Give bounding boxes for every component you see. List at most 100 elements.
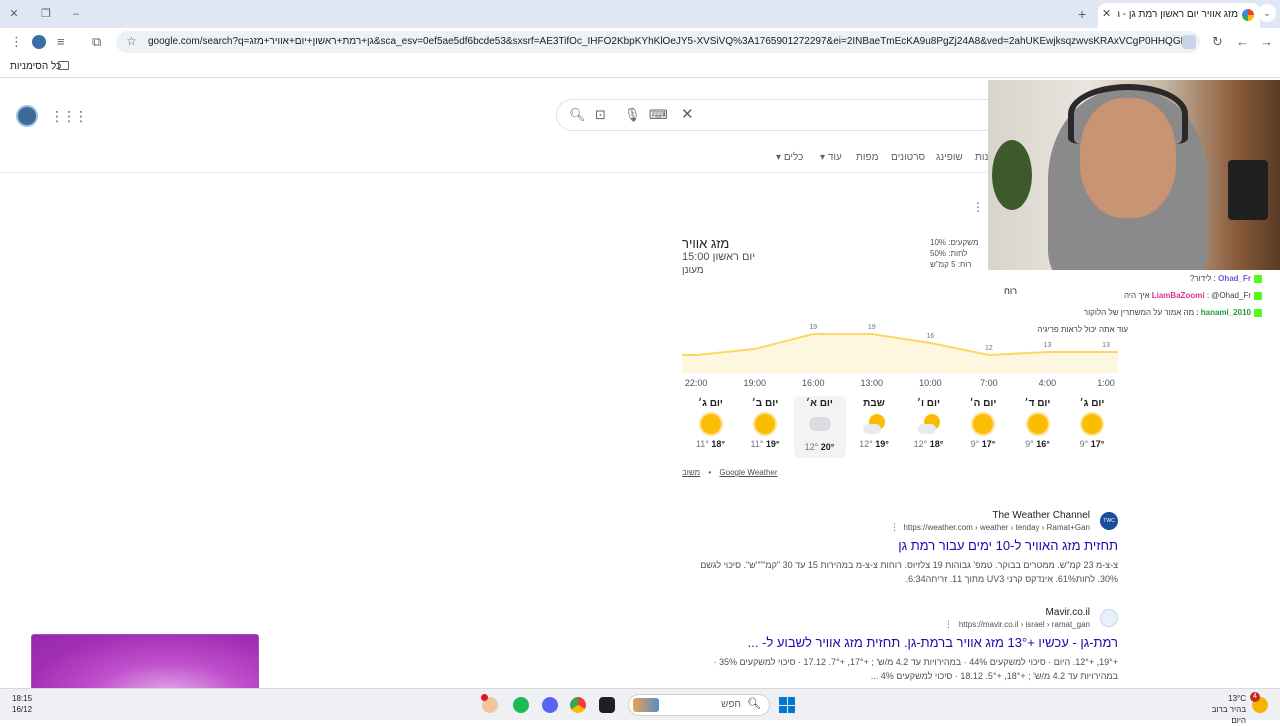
result-cite: https://mavir.co.il › israel › ramat_gan — [958, 620, 1090, 629]
tab-videos[interactable]: סרטונים — [891, 152, 925, 163]
kick-badge-icon — [1254, 308, 1262, 317]
tab-title: מזג אוויר יום ראשון רמת גן - חיפ — [1118, 9, 1238, 20]
more-menu[interactable]: ▾ עוד — [820, 152, 842, 163]
day-temps: 12° 20° — [794, 442, 846, 452]
result-more-icon[interactable]: ⋮ — [890, 522, 899, 533]
day-temps: 12° 18° — [903, 439, 955, 449]
result-snippet-line2: 30%. לחות61%. אינדקס קרני UV3 מתוך 11. ז… — [905, 574, 1118, 584]
day-name: יום ו׳ — [916, 398, 941, 409]
wind-tab[interactable]: רוח — [1004, 286, 1017, 296]
result-more-icon[interactable]: ⋮ — [944, 619, 953, 630]
chat-message: hanami_2010 : מה אמור על המשתרין של הלוק… — [1084, 308, 1262, 317]
temp-label: 16 — [926, 333, 934, 340]
high-temp: 17° — [1090, 439, 1105, 449]
sun-icon — [754, 414, 776, 436]
day-name: יום ב׳ — [751, 398, 779, 409]
restore-window-icon[interactable]: ❐ — [38, 6, 54, 22]
discord-icon[interactable] — [542, 697, 558, 713]
site-info-icon[interactable] — [1182, 35, 1196, 49]
spotify-icon[interactable] — [513, 697, 529, 713]
minimize-window-icon[interactable]: – — [68, 6, 84, 22]
apps-grid-icon[interactable]: ⋮⋮⋮ — [50, 108, 88, 125]
forward-icon[interactable]: → — [1260, 34, 1273, 49]
reading-list-icon[interactable]: ≡ — [57, 34, 65, 49]
hour-label: 19:00 — [743, 378, 766, 388]
sun-icon — [972, 414, 994, 436]
search-input[interactable]: 🔍︎ ⊡ 🎙︎ ⌨ ✕ — [556, 99, 1016, 131]
day-forecast[interactable]: יום ד׳ 9° 16° — [1012, 396, 1064, 449]
back-icon[interactable]: ← — [1236, 34, 1249, 49]
tab-close-icon[interactable]: ✕ — [1102, 7, 1111, 20]
mic-icon[interactable]: 🎙︎ — [624, 107, 641, 123]
high-temp: 18° — [711, 439, 726, 449]
tab-active[interactable]: מזג אוויר יום ראשון רמת גן - חיפ ✕ — [1098, 3, 1260, 28]
result-title-link[interactable]: רמת-גן - עכשיו +13° מזג אוויר ברמת-גן. ת… — [748, 635, 1118, 650]
taskbar-weather[interactable]: 13°C בהיר ברוב היום — [1196, 693, 1246, 726]
high-temp: 18° — [929, 439, 944, 449]
weather-time: יום ראשון 15:00 — [682, 251, 756, 263]
temp-area — [682, 334, 1118, 373]
result-site: Mavir.co.il — [1045, 607, 1090, 618]
address-bar[interactable]: ☆ google.com/search?q=גן+רמת+ראשון+יום+א… — [116, 31, 1200, 53]
hour-label: 10:00 — [919, 378, 942, 388]
google-lens-icon[interactable]: ⊡ — [595, 107, 606, 123]
terminal-icon[interactable] — [599, 697, 615, 713]
bookmark-star-icon[interactable]: ☆ — [126, 34, 137, 48]
result-snippet-line2: במהירויות עד 4.2 מ/ש' ; +18°, +5°. 18.12… — [870, 671, 1118, 681]
weather-footer: משוב • Google Weather — [682, 468, 778, 477]
temp-label: 19 — [809, 324, 817, 331]
reload-icon[interactable]: ↻ — [1212, 34, 1223, 50]
menu-icon[interactable]: ⋮ — [10, 34, 23, 50]
chat-message: LiamBaZoomi : @Ohad_Fr איך היה — [1124, 291, 1262, 300]
weather-more-icon[interactable]: ⋮ — [972, 200, 984, 214]
tab-strip: ✕ ❐ – + מזג אוויר יום ראשון רמת גן - חיפ… — [0, 0, 1280, 28]
extensions-icon[interactable]: ⧉ — [92, 34, 101, 50]
tools-menu[interactable]: ▾ כלים — [776, 152, 803, 163]
partly-cloudy-icon — [917, 414, 940, 436]
weather-precip: משקעים: 10% — [930, 238, 979, 247]
account-avatar[interactable] — [16, 105, 38, 127]
search-icon: 🔍︎ — [747, 698, 761, 710]
notification-badge: 4 — [1250, 692, 1260, 702]
low-temp: 12° — [913, 439, 928, 449]
tab-maps[interactable]: מפות — [856, 152, 878, 163]
result-cite: https://weather.com › weather › tenday ›… — [903, 523, 1090, 532]
close-window-icon[interactable]: ✕ — [6, 6, 22, 22]
new-tab-button[interactable]: + — [1078, 6, 1086, 22]
day-forecast[interactable]: יום א׳ 12° 20° — [793, 396, 846, 458]
result-title-link[interactable]: תחזית מזג האוויר ל-10 ימים עבור רמת גן — [898, 538, 1118, 553]
tab-shopping[interactable]: שופינג — [936, 152, 963, 163]
day-forecast[interactable]: יום ו׳ 12° 18° — [903, 396, 955, 449]
low-temp: 12° — [804, 442, 819, 452]
day-forecast[interactable]: יום ג׳ 11° 18° — [685, 396, 737, 449]
system-clock[interactable]: 18:15 16/12 — [12, 693, 32, 715]
partly-cloudy-icon — [863, 414, 885, 436]
profile-avatar[interactable] — [32, 35, 46, 49]
result-snippet-line1: +19°, +12°. היום · סיכוי למשקעים 44% · ב… — [713, 657, 1118, 667]
search-icon[interactable]: 🔍︎ — [569, 107, 586, 123]
keyboard-icon[interactable]: ⌨ — [649, 107, 668, 123]
header-divider — [0, 172, 988, 173]
search-result: Mavir.co.il https://mavir.co.il › israel… — [682, 605, 1118, 685]
google-weather-link[interactable]: Google Weather — [719, 468, 777, 477]
clear-search-icon[interactable]: ✕ — [681, 105, 694, 123]
windows-start-icon[interactable] — [779, 697, 795, 713]
day-forecast[interactable]: שבת 12° 19° — [848, 396, 900, 449]
day-name: יום ה׳ — [969, 398, 997, 409]
chrome-icon[interactable] — [570, 697, 586, 713]
taskbar-search[interactable]: חפש 🔍︎ — [628, 694, 770, 716]
low-temp: 12° — [859, 439, 873, 449]
sun-icon — [700, 414, 722, 436]
day-forecast[interactable]: יום ה׳ 9° 17° — [957, 396, 1009, 449]
chat-text: מה אמור על המשתרין של הלוקור — [1083, 308, 1195, 317]
chat-text: לידור? — [1189, 274, 1212, 283]
tab-search-icon[interactable]: ⌄ — [1258, 4, 1276, 22]
clock-date: 16/12 — [12, 705, 33, 714]
feedback-link[interactable]: משוב — [682, 468, 700, 477]
hour-label: 7:00 — [980, 378, 998, 388]
day-forecast[interactable]: יום ג׳ 9° 17° — [1066, 396, 1118, 449]
temp-label: 12 — [985, 345, 993, 352]
high-temp: 19° — [765, 439, 780, 449]
day-forecast[interactable]: יום ב׳ 11° 19° — [739, 396, 791, 449]
all-bookmarks-label[interactable]: כל הסימניות — [10, 61, 61, 72]
